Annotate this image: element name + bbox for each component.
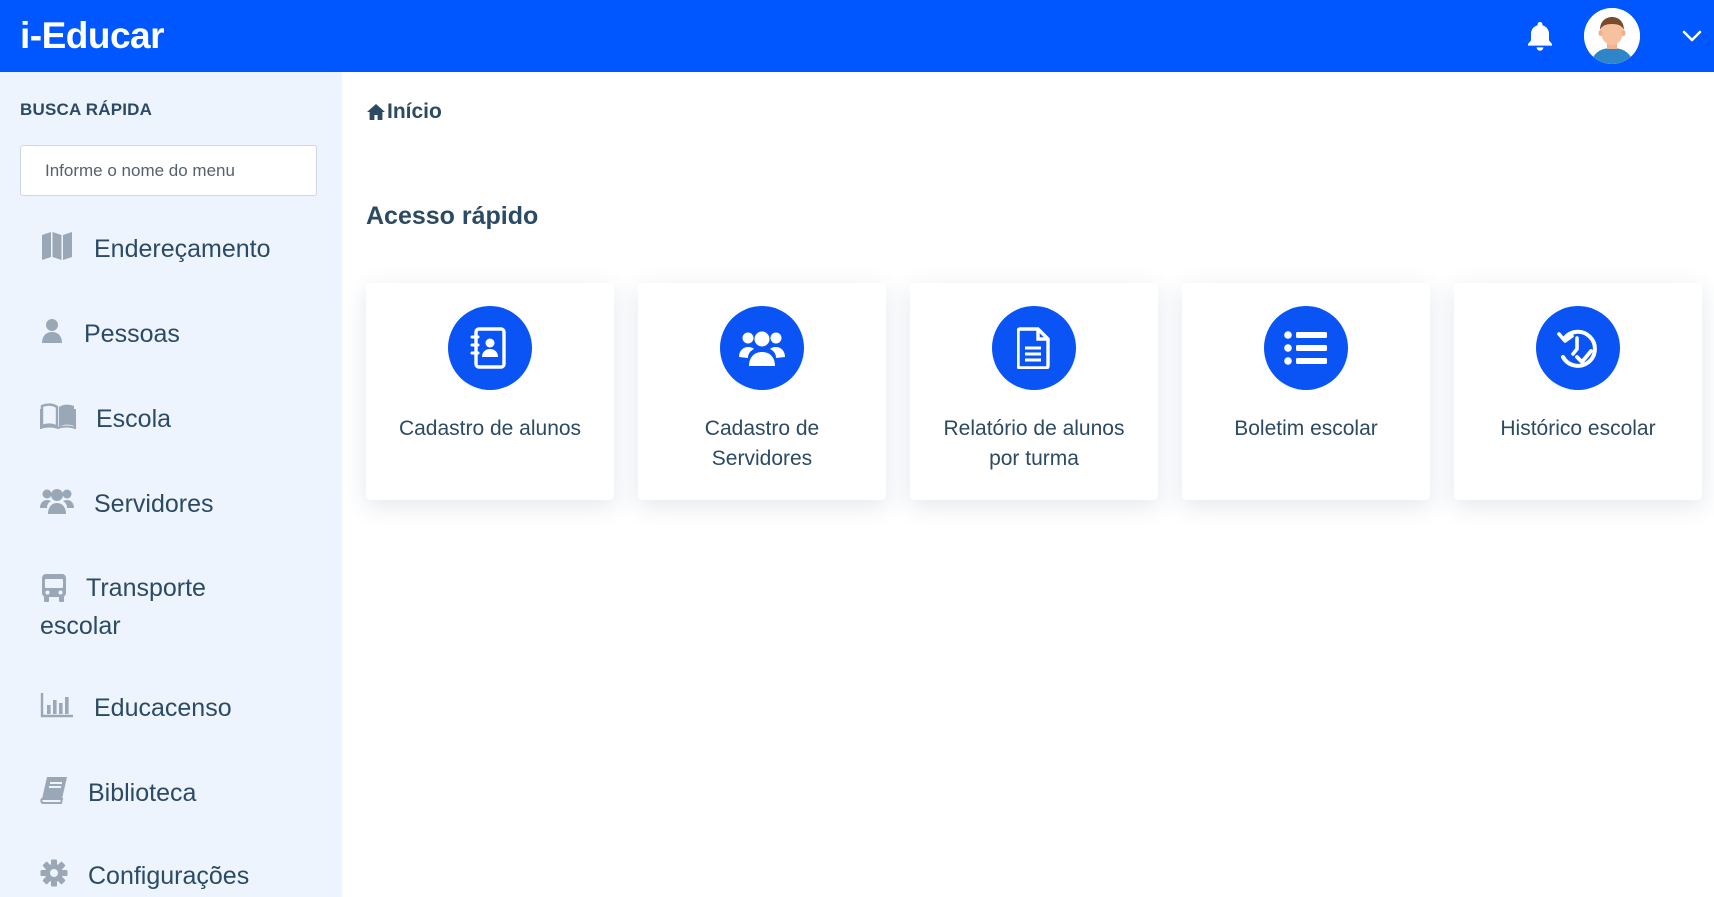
users-icon	[40, 485, 74, 517]
sidebar-item-label: Escola	[96, 405, 172, 433]
sidebar-item-label: Pessoas	[84, 320, 180, 348]
sidebar-item-biblioteca[interactable]: Biblioteca	[40, 774, 196, 812]
card-label: Boletim escolar	[1234, 417, 1378, 440]
users-icon	[739, 331, 785, 366]
quick-access-card[interactable]: Histórico escolar	[1454, 283, 1702, 500]
notification-button[interactable]	[1524, 20, 1556, 52]
card-label: Cadastro de alunos	[398, 417, 582, 440]
sidebar-item-servidores[interactable]: Servidores	[40, 485, 214, 523]
breadcrumb[interactable]: Início	[366, 100, 442, 124]
icon-circle	[1264, 306, 1348, 390]
bar-chart-icon	[40, 689, 74, 721]
icon-circle	[992, 306, 1076, 390]
list-icon	[1284, 331, 1327, 365]
card-label: Cadastro de Servidores	[704, 417, 820, 470]
breadcrumb-home: Início	[387, 100, 442, 123]
sidebar-item-pessoas[interactable]: Pessoas	[40, 315, 180, 353]
quick-search-title: BUSCA RÁPIDA	[20, 100, 153, 119]
top-bar: i-Educar	[0, 0, 1714, 72]
main-content: Início Acesso rápido Cadastro de alunos	[342, 72, 1714, 897]
history-check-icon	[1557, 329, 1597, 368]
sidebar-item-enderecamento[interactable]: Endereçamento	[40, 230, 271, 268]
person-icon	[40, 315, 64, 347]
sidebar-item-label: Endereçamento	[94, 235, 271, 263]
app-logo[interactable]: i-Educar	[20, 15, 165, 57]
book-icon	[40, 774, 68, 806]
user-menu-toggle[interactable]	[1680, 24, 1704, 48]
sidebar: BUSCA RÁPIDA Endereçamento Pessoas	[0, 72, 342, 897]
icon-circle	[720, 306, 804, 390]
header-actions	[1524, 0, 1714, 72]
chevron-down-icon	[1682, 30, 1702, 42]
sidebar-item-label: Educacenso	[94, 694, 232, 722]
sidebar-item-educacenso[interactable]: Educacenso	[40, 689, 232, 727]
sidebar-item-label: Configurações	[88, 862, 250, 890]
document-icon	[1017, 327, 1050, 369]
sidebar-item-escola[interactable]: Escola	[40, 400, 171, 438]
map-icon	[40, 230, 74, 262]
gear-icon	[40, 857, 68, 889]
icon-circle	[1536, 306, 1620, 390]
quick-access-card[interactable]: Boletim escolar	[1182, 283, 1430, 500]
sidebar-item-transporte-escolar[interactable]: Transporte escolar	[40, 569, 290, 645]
icon-circle	[448, 306, 532, 390]
home-icon	[367, 104, 385, 120]
quick-access-card[interactable]: Cadastro de alunos	[366, 283, 614, 500]
bus-icon	[40, 572, 68, 604]
quick-access-cards: Cadastro de alunos Cadastro de Servidore…	[366, 283, 1714, 500]
user-avatar-icon	[1584, 8, 1640, 64]
section-title: Acesso rápido	[366, 202, 539, 230]
user-avatar[interactable]	[1584, 8, 1640, 64]
sidebar-item-label: Biblioteca	[88, 779, 197, 807]
quick-access-card[interactable]: Relatório de alunos por turma	[910, 283, 1158, 500]
card-label: Histórico escolar	[1500, 417, 1656, 440]
menu-search-input[interactable]	[20, 145, 317, 196]
sidebar-item-configuracoes[interactable]: Configurações	[40, 857, 249, 895]
quick-access-card[interactable]: Cadastro de Servidores	[638, 283, 886, 500]
bell-icon	[1528, 22, 1552, 51]
sidebar-item-label: Servidores	[94, 490, 214, 518]
contact-book-icon	[470, 327, 506, 369]
card-label: Relatório de alunos por turma	[943, 417, 1125, 470]
open-book-icon	[40, 400, 76, 432]
